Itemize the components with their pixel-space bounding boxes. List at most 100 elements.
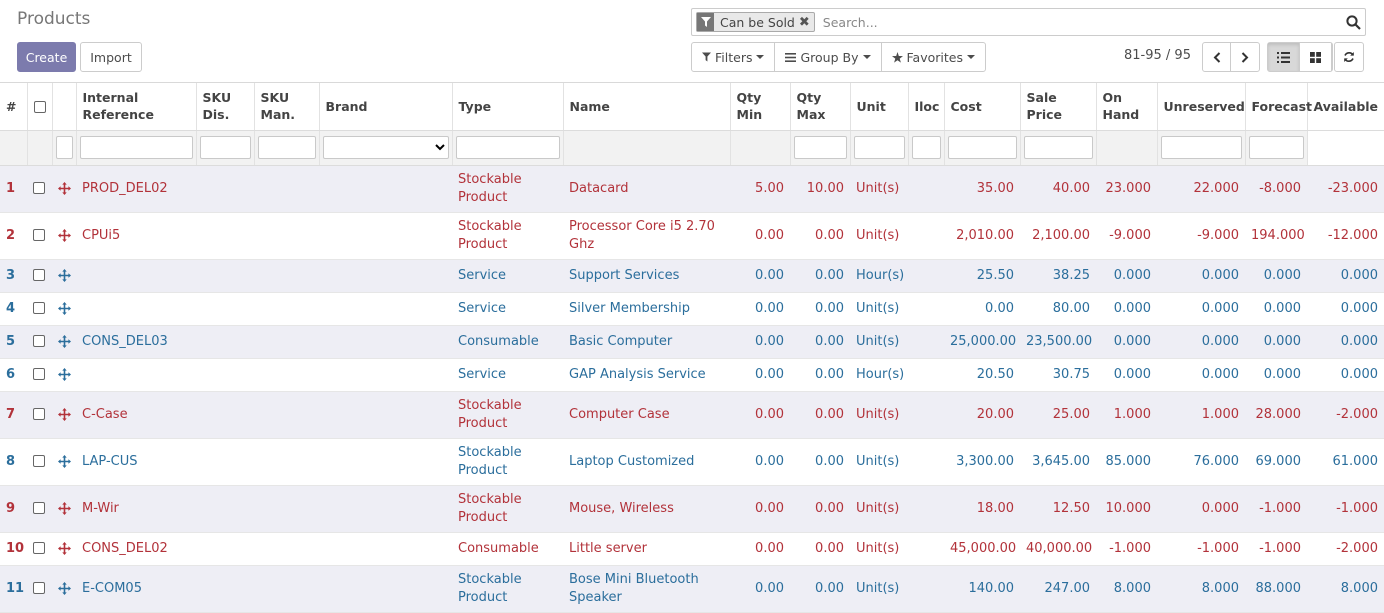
row-qty-max: 0.00 bbox=[790, 485, 850, 533]
row-sku-man bbox=[254, 212, 319, 260]
filter-cell-select bbox=[27, 130, 53, 166]
column-header-name[interactable]: Name bbox=[563, 83, 731, 131]
column-header-iloc[interactable]: Iloc bbox=[908, 83, 945, 131]
row-available: 0.000 bbox=[1307, 259, 1384, 293]
row-checkbox[interactable] bbox=[33, 335, 45, 347]
row-index: 10 bbox=[0, 532, 27, 566]
row-sku-dis bbox=[196, 165, 254, 213]
column-header-unreserved[interactable]: Unreserved bbox=[1157, 83, 1246, 131]
import-button[interactable]: Import bbox=[80, 42, 142, 72]
filter-input-type[interactable] bbox=[455, 136, 560, 159]
filter-input-handle[interactable] bbox=[55, 136, 73, 159]
row-qty-max: 0.00 bbox=[790, 391, 850, 439]
column-header-type[interactable]: Type bbox=[452, 83, 564, 131]
drag-handle-icon[interactable] bbox=[58, 581, 71, 595]
row-internal-reference bbox=[76, 358, 196, 392]
filter-input-unreserved[interactable] bbox=[1160, 136, 1242, 159]
row-checkbox[interactable] bbox=[33, 182, 45, 194]
view-switcher bbox=[1267, 42, 1333, 72]
facet-remove-icon[interactable]: ✖ bbox=[799, 13, 814, 31]
column-header-qty-max[interactable]: Qty Max bbox=[790, 83, 851, 131]
filter-input-forecast[interactable] bbox=[1248, 136, 1304, 159]
group-by-button[interactable]: Group By bbox=[775, 43, 882, 71]
drag-handle-icon[interactable] bbox=[58, 501, 71, 515]
drag-handle-icon[interactable] bbox=[58, 334, 71, 348]
pager-previous-button[interactable] bbox=[1203, 43, 1231, 71]
table-row[interactable]: 9 M-Wir Stockable Product Mouse, Wireless 0.… bbox=[0, 485, 1384, 533]
favorites-button[interactable]: Favorites bbox=[882, 43, 985, 71]
create-button[interactable]: Create bbox=[17, 42, 76, 72]
list-view-button[interactable] bbox=[1268, 43, 1300, 71]
table-row[interactable]: 4 Service Silver Membership 0.00 0.00 Unit(s)… bbox=[0, 292, 1384, 326]
column-header-sale-price[interactable]: Sale Price bbox=[1020, 83, 1097, 131]
row-checkbox[interactable] bbox=[33, 582, 45, 594]
drag-handle-icon[interactable] bbox=[58, 454, 71, 468]
filter-input-unit[interactable] bbox=[853, 136, 905, 159]
column-header-sku-dis[interactable]: SKU Dis. bbox=[196, 83, 255, 131]
row-checkbox[interactable] bbox=[33, 368, 45, 380]
drag-handle-icon[interactable] bbox=[58, 541, 71, 555]
row-checkbox[interactable] bbox=[33, 269, 45, 281]
row-drag-handle bbox=[52, 485, 76, 533]
row-internal-reference: LAP-CUS bbox=[76, 438, 196, 486]
column-header-unit[interactable]: Unit bbox=[850, 83, 909, 131]
filter-input-internal-reference[interactable] bbox=[79, 136, 193, 159]
column-header-forecast[interactable]: Forecast bbox=[1245, 83, 1312, 131]
column-header-brand[interactable]: Brand bbox=[319, 83, 453, 131]
row-sku-man bbox=[254, 565, 319, 613]
filters-button[interactable]: Filters bbox=[692, 43, 776, 71]
table-row[interactable]: 2 CPUi5 Stockable Product Processor Core i5… bbox=[0, 212, 1384, 260]
column-header-available[interactable]: Available bbox=[1307, 83, 1384, 131]
row-brand bbox=[319, 438, 452, 486]
filter-input-sku-dis[interactable] bbox=[199, 136, 251, 159]
search-input[interactable] bbox=[820, 11, 1341, 33]
filter-input-sku-man[interactable] bbox=[257, 136, 316, 159]
column-header-on-hand[interactable]: On Hand bbox=[1096, 83, 1158, 131]
products-table: # Internal Reference SKU Dis. SKU Man. B… bbox=[0, 83, 1384, 613]
pager-value[interactable]: 81-95 / 95 bbox=[1124, 48, 1191, 63]
row-type: Stockable Product bbox=[452, 165, 563, 213]
drag-handle-icon[interactable] bbox=[58, 268, 71, 282]
filter-input-cost[interactable] bbox=[947, 136, 1017, 159]
row-checkbox[interactable] bbox=[33, 455, 45, 467]
drag-handle-icon[interactable] bbox=[58, 301, 71, 315]
drag-handle-icon[interactable] bbox=[58, 228, 71, 242]
table-row[interactable]: 8 LAP-CUS Stockable Product Laptop Customiz… bbox=[0, 438, 1384, 486]
table-header: # Internal Reference SKU Dis. SKU Man. B… bbox=[0, 83, 1384, 131]
drag-handle-icon[interactable] bbox=[58, 407, 71, 421]
reload-button[interactable] bbox=[1334, 42, 1364, 72]
row-checkbox[interactable] bbox=[33, 502, 45, 514]
table-row[interactable]: 6 Service GAP Analysis Service 0.00 0.00 Hour… bbox=[0, 358, 1384, 392]
filter-input-sale-price[interactable] bbox=[1023, 136, 1093, 159]
search-icon[interactable] bbox=[1341, 14, 1365, 30]
table-row[interactable]: 3 Service Support Services 0.00 0.00 Hour(s) 2… bbox=[0, 259, 1384, 293]
table-row[interactable]: 7 C-Case Stockable Product Computer Case 0.0… bbox=[0, 391, 1384, 439]
filter-input-iloc[interactable] bbox=[911, 136, 941, 159]
row-available: 61.000 bbox=[1307, 438, 1384, 486]
row-drag-handle bbox=[52, 212, 76, 260]
column-header-index[interactable]: # bbox=[0, 83, 28, 131]
select-all-checkbox[interactable] bbox=[33, 101, 46, 114]
table-row[interactable]: 11 E-COM05 Stockable Product Bose Mini Blue… bbox=[0, 565, 1384, 613]
kanban-view-button[interactable] bbox=[1300, 43, 1332, 71]
row-checkbox[interactable] bbox=[33, 302, 45, 314]
table-row[interactable]: 10 CONS_DEL02 Consumable Little server 0.00 0… bbox=[0, 532, 1384, 566]
column-header-qty-min[interactable]: Qty Min bbox=[730, 83, 791, 131]
row-checkbox[interactable] bbox=[33, 229, 45, 241]
column-header-sku-man[interactable]: SKU Man. bbox=[254, 83, 320, 131]
row-on-hand: 0.000 bbox=[1096, 259, 1157, 293]
row-on-hand: 85.000 bbox=[1096, 438, 1157, 486]
row-checkbox[interactable] bbox=[33, 408, 45, 420]
filter-select-brand[interactable] bbox=[322, 136, 449, 159]
column-header-cost[interactable]: Cost bbox=[944, 83, 1021, 131]
column-header-internal-reference[interactable]: Internal Reference bbox=[76, 83, 197, 131]
drag-handle-icon[interactable] bbox=[58, 367, 71, 381]
filter-input-qty-max[interactable] bbox=[793, 136, 847, 159]
row-cost: 20.50 bbox=[944, 358, 1020, 392]
row-checkbox[interactable] bbox=[33, 542, 45, 554]
table-row[interactable]: 1 PROD_DEL02 Stockable Product Datacard 5.00… bbox=[0, 165, 1384, 213]
pager-next-button[interactable] bbox=[1231, 43, 1259, 71]
table-row[interactable]: 5 CONS_DEL03 Consumable Basic Computer 0.00 0… bbox=[0, 325, 1384, 359]
row-unreserved: 0.000 bbox=[1157, 358, 1245, 392]
drag-handle-icon[interactable] bbox=[58, 181, 71, 195]
